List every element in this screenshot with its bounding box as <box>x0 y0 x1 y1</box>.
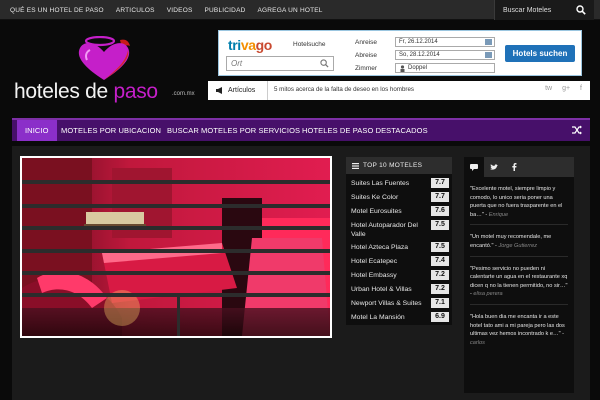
score-badge: 7.5 <box>431 220 449 230</box>
top-bar: QUÉ ES UN HOTEL DE PASO ARTICULOS VIDEOS… <box>0 0 600 20</box>
heart-devil-icon <box>78 36 130 80</box>
departure-label: Abreise <box>355 52 378 59</box>
top-search-box[interactable]: Buscar Moteles <box>494 0 594 20</box>
top10-row[interactable]: Hotel Ecatepec 7.4 <box>346 255 452 269</box>
top10-row[interactable]: Suites Las Fuentes 7.7 <box>346 177 452 191</box>
twitter-icon <box>490 163 498 170</box>
comment-author: Enrique <box>488 211 509 218</box>
score-badge: 7.2 <box>431 270 449 280</box>
comments-tabs <box>464 157 574 177</box>
twitter-icon[interactable]: tw <box>545 85 552 92</box>
site-logo[interactable]: hoteles de paso .com.mx <box>12 36 202 108</box>
slider-stripe <box>22 226 330 230</box>
top-nav: QUÉ ES UN HOTEL DE PASO ARTICULOS VIDEOS… <box>10 0 323 20</box>
trivago-logo: trivago <box>228 37 272 53</box>
logo-wordmark: hoteles de paso <box>14 80 158 103</box>
ticker-headline[interactable]: 5 mitos acerca de la falta de deseo en l… <box>274 86 414 93</box>
score-badge: 7.7 <box>431 192 449 202</box>
trivago-place-input[interactable]: Ort <box>226 56 334 71</box>
arrival-date-field[interactable]: Fr, 26.12.2014 <box>395 37 495 47</box>
departure-date-field[interactable]: So, 28.12.2014 <box>395 50 495 60</box>
top10-row[interactable]: Hotel Azteca Plaza 7.5 <box>346 241 452 255</box>
comment-item[interactable]: "Un motel muy recomendale, me encantó." … <box>470 225 568 257</box>
arrival-label: Anreise <box>355 39 378 46</box>
hotels-search-button[interactable]: Hotels suchen <box>505 45 575 62</box>
topnav-item-que-es[interactable]: QUÉ ES UN HOTEL DE PASO <box>10 7 104 14</box>
nav-item-buscar-servicios[interactable]: BUSCAR MOTELES POR SERVICIOS <box>167 120 300 141</box>
score-badge: 7.4 <box>431 256 449 266</box>
top10-row[interactable]: Urban Hotel & Villas 7.2 <box>346 283 452 297</box>
calendar-icon[interactable] <box>485 39 492 45</box>
top10-row[interactable]: Motel La Mansión 6.9 <box>346 311 452 325</box>
comment-author: elisa perera <box>473 291 503 298</box>
featured-slider-image[interactable] <box>20 156 332 338</box>
top10-row[interactable]: Hotel Embassy 7.2 <box>346 269 452 283</box>
room-select[interactable]: Doppel <box>395 63 495 73</box>
top10-row[interactable]: Newport Villas & Suites 7.1 <box>346 297 452 311</box>
nav-item-inicio[interactable]: INICIO <box>17 120 57 141</box>
facebook-icon <box>511 163 516 171</box>
ticker-social-links: tw g+ f <box>545 85 582 92</box>
topnav-item-articulos[interactable]: ARTICULOS <box>116 7 155 14</box>
search-icon[interactable] <box>576 5 586 15</box>
comment-item[interactable]: "Excelente motel, siempre limpio y comod… <box>470 177 568 226</box>
comment-author: Jorge Gutierrez <box>498 242 537 249</box>
ticker-tag[interactable]: Artículos <box>208 81 268 100</box>
slider-stripe <box>22 204 330 208</box>
top-search-label: Buscar Moteles <box>503 6 552 14</box>
top10-row[interactable]: Motel Eurosuites 7.6 <box>346 205 452 219</box>
room-label: Zimmer <box>355 65 378 72</box>
person-icon <box>400 65 405 72</box>
topnav-item-agrega-hotel[interactable]: AGREGA UN HOTEL <box>258 7 323 14</box>
top10-title: TOP 10 MOTELES <box>363 162 423 169</box>
top10-row[interactable]: Suites Ke Color 7.7 <box>346 191 452 205</box>
tab-twitter[interactable] <box>484 157 504 177</box>
bars-icon <box>352 162 359 169</box>
comment-icon <box>470 163 478 171</box>
topnav-item-publicidad[interactable]: PUBLICIDAD <box>204 7 245 14</box>
score-badge: 7.6 <box>431 206 449 216</box>
score-badge: 7.1 <box>431 298 449 308</box>
trivago-ad-widget: trivago Hotelsuche Ort Anreise Fr, 26.12… <box>218 30 582 76</box>
trivago-tagline: Hotelsuche <box>293 41 326 48</box>
tab-comments[interactable] <box>464 157 484 177</box>
megaphone-icon <box>216 87 222 94</box>
comment-item[interactable]: "Hola buen dia me encanta ir a este hote… <box>470 305 568 352</box>
comments-widget: "Excelente motel, siempre limpio y comod… <box>464 157 574 393</box>
main-nav: INICIO MOTELES POR UBICACION BUSCAR MOTE… <box>12 118 590 141</box>
tab-facebook[interactable] <box>504 157 524 177</box>
shuffle-icon[interactable] <box>572 125 582 135</box>
top10-widget: TOP 10 MOTELES Suites Las Fuentes 7.7 Sui… <box>346 157 452 337</box>
comment-item[interactable]: "Pesimo servicio no pueden ni calentarte… <box>470 257 568 305</box>
topnav-item-videos[interactable]: VIDEOS <box>167 7 193 14</box>
news-ticker: Artículos 5 mitos acerca de la falta de … <box>208 81 590 100</box>
score-badge: 7.7 <box>431 178 449 188</box>
top10-row[interactable]: Hotel Autoparador Del Valle 7.5 <box>346 219 452 241</box>
score-badge: 7.2 <box>431 284 449 294</box>
facebook-icon[interactable]: f <box>580 85 582 92</box>
slider-stripe <box>22 271 330 275</box>
slider-stripe <box>22 180 330 184</box>
slider-stripe <box>22 293 330 297</box>
slider-divider <box>177 293 180 336</box>
top10-header: TOP 10 MOTELES <box>346 157 452 174</box>
comment-author: carlos <box>470 339 485 346</box>
hotel-room-photo <box>22 158 330 336</box>
google-plus-icon[interactable]: g+ <box>562 85 570 92</box>
search-icon <box>320 59 329 68</box>
slider-stripe <box>22 249 330 253</box>
score-badge: 7.5 <box>431 242 449 252</box>
calendar-icon[interactable] <box>485 52 492 58</box>
score-badge: 6.9 <box>431 312 449 322</box>
nav-item-hoteles-destacados[interactable]: HOTELES DE PASO DESTACADOS <box>302 120 428 141</box>
top10-list: Suites Las Fuentes 7.7 Suites Ke Color 7.7… <box>346 174 452 325</box>
nav-item-moteles-ubicacion[interactable]: MOTELES POR UBICACION <box>61 120 161 141</box>
logo-tld: .com.mx <box>172 91 195 97</box>
